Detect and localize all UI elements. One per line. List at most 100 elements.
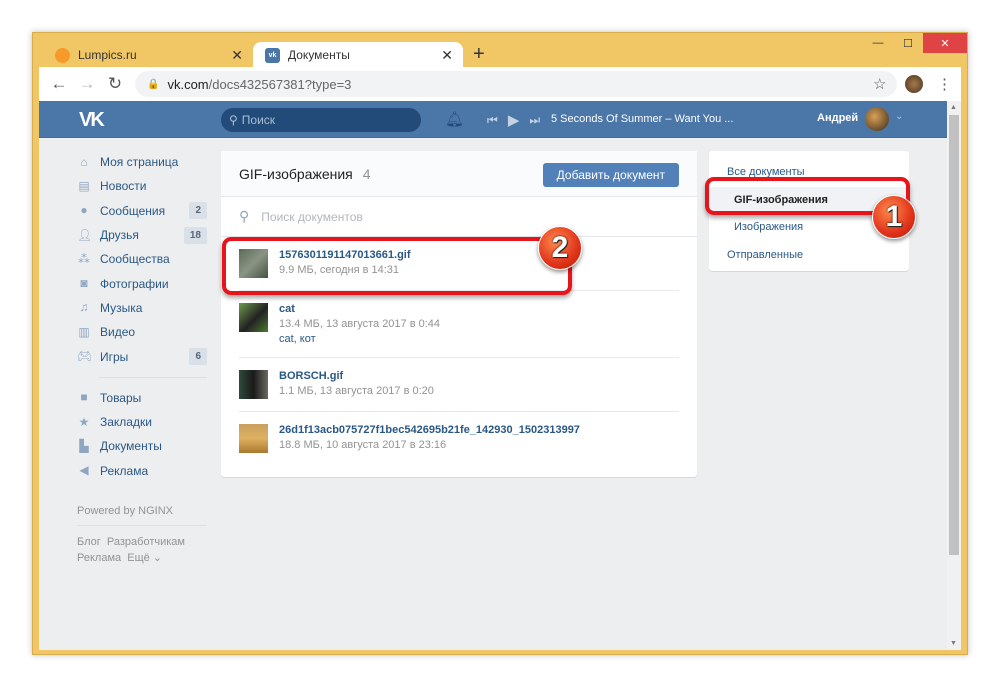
label: Сообщества xyxy=(100,252,170,267)
close-tab-icon[interactable]: ✕ xyxy=(441,47,453,64)
footer-link-developers[interactable]: Разработчикам xyxy=(107,536,185,548)
sidebar-item-bookmarks[interactable]: ★ Закладки xyxy=(77,410,207,434)
lock-icon: 🔒 xyxy=(147,78,160,90)
document-icon: ▙ xyxy=(79,438,89,453)
sidebar-item-video[interactable]: ▥ Видео xyxy=(77,320,207,344)
reload-icon[interactable]: ↻ xyxy=(101,74,129,94)
sidebar-item-friends[interactable]: 👤︎ Друзья 18 xyxy=(77,223,207,247)
maximize-icon[interactable]: ☐ xyxy=(893,33,923,53)
sidebar-item-ads[interactable]: ◀ Реклама xyxy=(77,459,207,483)
sidebar-item-market[interactable]: ■ Товары xyxy=(77,386,207,410)
browser-window: Lumpics.ru ✕ vk Документы ✕ + — ☐ ✕ ← → … xyxy=(32,32,968,655)
search-icon: ⚲ xyxy=(229,113,238,127)
scrollbar[interactable]: ▲ ▼ xyxy=(947,101,961,650)
megaphone-icon: ◀ xyxy=(79,463,89,478)
lumpics-favicon-icon xyxy=(55,47,70,63)
user-avatar[interactable] xyxy=(865,107,889,131)
browser-toolbar: ← → ↻ 🔒 vk.com/docs432567381?type=3 ☆ ⋮ xyxy=(39,67,961,101)
filter-sent[interactable]: Отправленные xyxy=(709,242,909,270)
document-thumbnail xyxy=(239,424,268,453)
close-tab-icon[interactable]: ✕ xyxy=(231,47,243,64)
sidebar-item-music[interactable]: ♫ Музыка xyxy=(77,296,207,320)
minimize-icon[interactable]: — xyxy=(863,33,893,53)
label: Документы xyxy=(100,439,162,454)
footer-link-blog[interactable]: Блог xyxy=(77,536,101,548)
sidebar-item-news[interactable]: ▤ Новости xyxy=(77,174,207,198)
user-name[interactable]: Андрей xyxy=(817,112,858,124)
play-icon[interactable]: ▶ xyxy=(508,111,520,129)
sidebar-item-groups[interactable]: ⁂ Сообщества xyxy=(77,247,207,271)
left-sidebar: ⌂ Моя страница ▤ Новости ● Сообщения 2 👤︎ Дру… xyxy=(77,150,207,566)
sidebar-item-documents[interactable]: ▙ Документы xyxy=(77,434,207,458)
page-title: GIF-изображения xyxy=(239,165,353,182)
url-host: vk.com xyxy=(167,76,209,92)
forward-icon[interactable]: → xyxy=(73,74,101,94)
document-row[interactable]: BORSCH.gif 1.1 МБ, 13 августа 2017 в 0:20 xyxy=(239,358,679,412)
label: Реклама xyxy=(100,463,149,478)
documents-search-input[interactable]: ⚲ Поиск документов xyxy=(221,197,697,237)
bag-icon: ■ xyxy=(80,390,88,405)
address-bar[interactable]: 🔒 vk.com/docs432567381?type=3 xyxy=(135,71,897,97)
document-row[interactable]: cat 13.4 МБ, 13 августа 2017 в 0:44 cat, к… xyxy=(239,291,679,358)
label: Моя страница xyxy=(100,155,179,170)
star-icon: ★ xyxy=(78,414,90,429)
step-badge-2: 2 xyxy=(538,226,582,270)
tab-label: Документы xyxy=(288,48,350,62)
footer-link-ads[interactable]: Реклама xyxy=(77,552,121,564)
search-placeholder: Поиск документов xyxy=(261,209,363,224)
vk-logo[interactable]: VK xyxy=(79,109,105,132)
label: Игры xyxy=(100,349,129,364)
chevron-down-icon[interactable]: ⌄ xyxy=(895,111,903,122)
document-name[interactable]: BORSCH.gif xyxy=(279,370,434,382)
sidebar-item-games[interactable]: 🎮︎ Игры 6 xyxy=(77,344,207,368)
count-badge: 2 xyxy=(189,202,207,220)
search-placeholder: Поиск xyxy=(241,113,276,127)
document-meta: 18.8 МБ, 10 августа 2017 в 23:16 xyxy=(279,439,447,451)
label: Сообщения xyxy=(100,203,166,218)
vk-search-input[interactable]: ⚲ Поиск xyxy=(221,108,421,132)
now-playing-track[interactable]: 5 Seconds Of Summer – Want You ... xyxy=(551,113,733,125)
highlight-first-document xyxy=(222,237,572,295)
video-icon: ▥ xyxy=(78,324,90,339)
label: Музыка xyxy=(100,300,143,315)
documents-panel: GIF-изображения 4 Добавить документ ⚲ Пои… xyxy=(221,151,697,477)
document-name[interactable]: 26d1f13acb075727f1bec542695b21fe_142930_… xyxy=(279,424,580,436)
document-name[interactable]: cat xyxy=(279,303,440,315)
label: Фотографии xyxy=(100,276,169,291)
gamepad-icon: 🎮︎ xyxy=(77,349,93,364)
label: Видео xyxy=(100,325,136,340)
new-tab-button[interactable]: + xyxy=(473,43,485,66)
vk-header: VK ⚲ Поиск 🔔︎ ⏮︎ ▶ ⏭︎ 5 Seconds Of Summer… xyxy=(39,101,947,138)
tab-lumpics[interactable]: Lumpics.ru ✕ xyxy=(43,42,253,68)
friends-icon: 👤︎ xyxy=(77,227,93,242)
document-tags[interactable]: cat, кот xyxy=(279,333,440,345)
add-document-button[interactable]: Добавить документ xyxy=(542,163,679,187)
groups-icon: ⁂ xyxy=(78,251,90,266)
profile-avatar[interactable] xyxy=(905,75,923,93)
sidebar-item-messages[interactable]: ● Сообщения 2 xyxy=(77,199,207,223)
music-icon: ♫ xyxy=(79,300,89,315)
count-badge: 18 xyxy=(183,226,207,244)
next-track-icon[interactable]: ⏭︎ xyxy=(529,113,540,128)
previous-track-icon[interactable]: ⏮︎ xyxy=(487,113,498,128)
close-window-icon[interactable]: ✕ xyxy=(923,33,967,53)
document-meta: 1.1 МБ, 13 августа 2017 в 0:20 xyxy=(279,385,434,397)
search-icon: ⚲ xyxy=(239,208,250,224)
sidebar-item-my-page[interactable]: ⌂ Моя страница xyxy=(77,150,207,174)
document-thumbnail xyxy=(239,303,268,332)
divider xyxy=(99,376,207,378)
sidebar-item-photos[interactable]: ◙ Фотографии xyxy=(77,271,207,295)
menu-icon[interactable]: ⋮ xyxy=(937,75,952,93)
back-icon[interactable]: ← xyxy=(45,74,73,94)
camera-icon: ◙ xyxy=(80,276,88,291)
footer-link-more[interactable]: Ещё ⌄ xyxy=(127,552,162,564)
messages-icon: ● xyxy=(80,203,88,218)
label: Новости xyxy=(100,179,147,194)
tab-documents[interactable]: vk Документы ✕ xyxy=(253,42,463,68)
bell-icon[interactable]: 🔔︎ xyxy=(445,110,464,128)
document-row[interactable]: 26d1f13acb075727f1bec542695b21fe_142930_… xyxy=(239,412,679,465)
document-meta: 13.4 МБ, 13 августа 2017 в 0:44 xyxy=(279,318,441,330)
home-icon: ⌂ xyxy=(80,154,88,169)
label: Товары xyxy=(100,390,142,405)
bookmark-star-icon[interactable]: ☆ xyxy=(873,75,886,93)
